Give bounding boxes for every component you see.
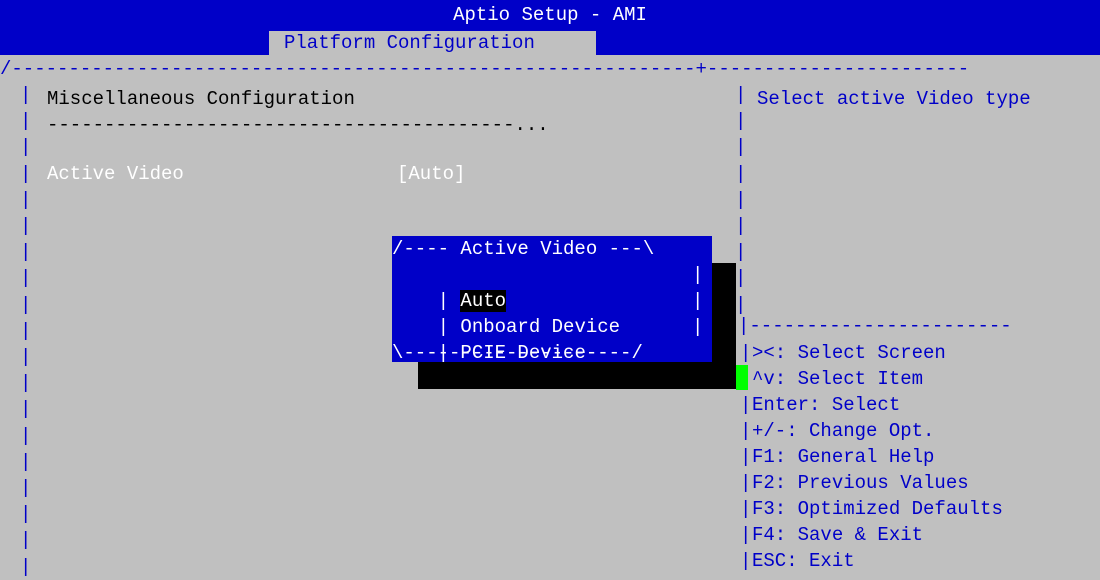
section-separator: ----------------------------------------… bbox=[47, 114, 549, 136]
key-save-exit: F4: Save & Exit bbox=[752, 524, 924, 546]
section-title: Miscellaneous Configuration bbox=[47, 88, 355, 110]
popup-top-border: /---- Active Video ---\ bbox=[392, 238, 655, 260]
header-bar: Aptio Setup - AMI Platform Configuration bbox=[0, 0, 1100, 55]
key-optimized-defaults: F3: Optimized Defaults bbox=[752, 498, 1003, 520]
key-esc-exit: ESC: Exit bbox=[752, 550, 855, 572]
key-previous-values: F2: Previous Values bbox=[752, 472, 969, 494]
help-text: Select active Video type bbox=[757, 88, 1031, 110]
keys-left-border: | | | | | | | | bbox=[740, 342, 752, 572]
key-enter-select: Enter: Select bbox=[752, 394, 901, 416]
active-video-value[interactable]: [Auto] bbox=[397, 161, 465, 187]
app-title: Aptio Setup - AMI bbox=[453, 4, 647, 26]
frame-top-border: /---------------------------------------… bbox=[0, 58, 970, 80]
popup-right-border: | | | bbox=[692, 264, 704, 338]
help-divider: |----------------------- bbox=[738, 315, 1012, 337]
active-video-label[interactable]: Active Video bbox=[47, 161, 184, 187]
popup-bottom-border: \--------------------/ bbox=[392, 342, 643, 364]
frame-mid-border: | | | | | | | | | bbox=[735, 84, 747, 316]
key-change-opt: +/-: Change Opt. bbox=[752, 420, 935, 442]
key-general-help: F1: General Help bbox=[752, 446, 935, 468]
tab-platform-configuration[interactable]: Platform Configuration bbox=[269, 31, 596, 55]
active-video-popup: /---- Active Video ---\ | Auto | Onboard… bbox=[392, 236, 712, 364]
key-select-screen: ><: Select Screen bbox=[752, 342, 946, 364]
key-select-item: ^v: Select Item bbox=[752, 368, 924, 390]
frame-left-border: | | | | | | | | | | | | | | | | | | | bbox=[20, 84, 32, 578]
